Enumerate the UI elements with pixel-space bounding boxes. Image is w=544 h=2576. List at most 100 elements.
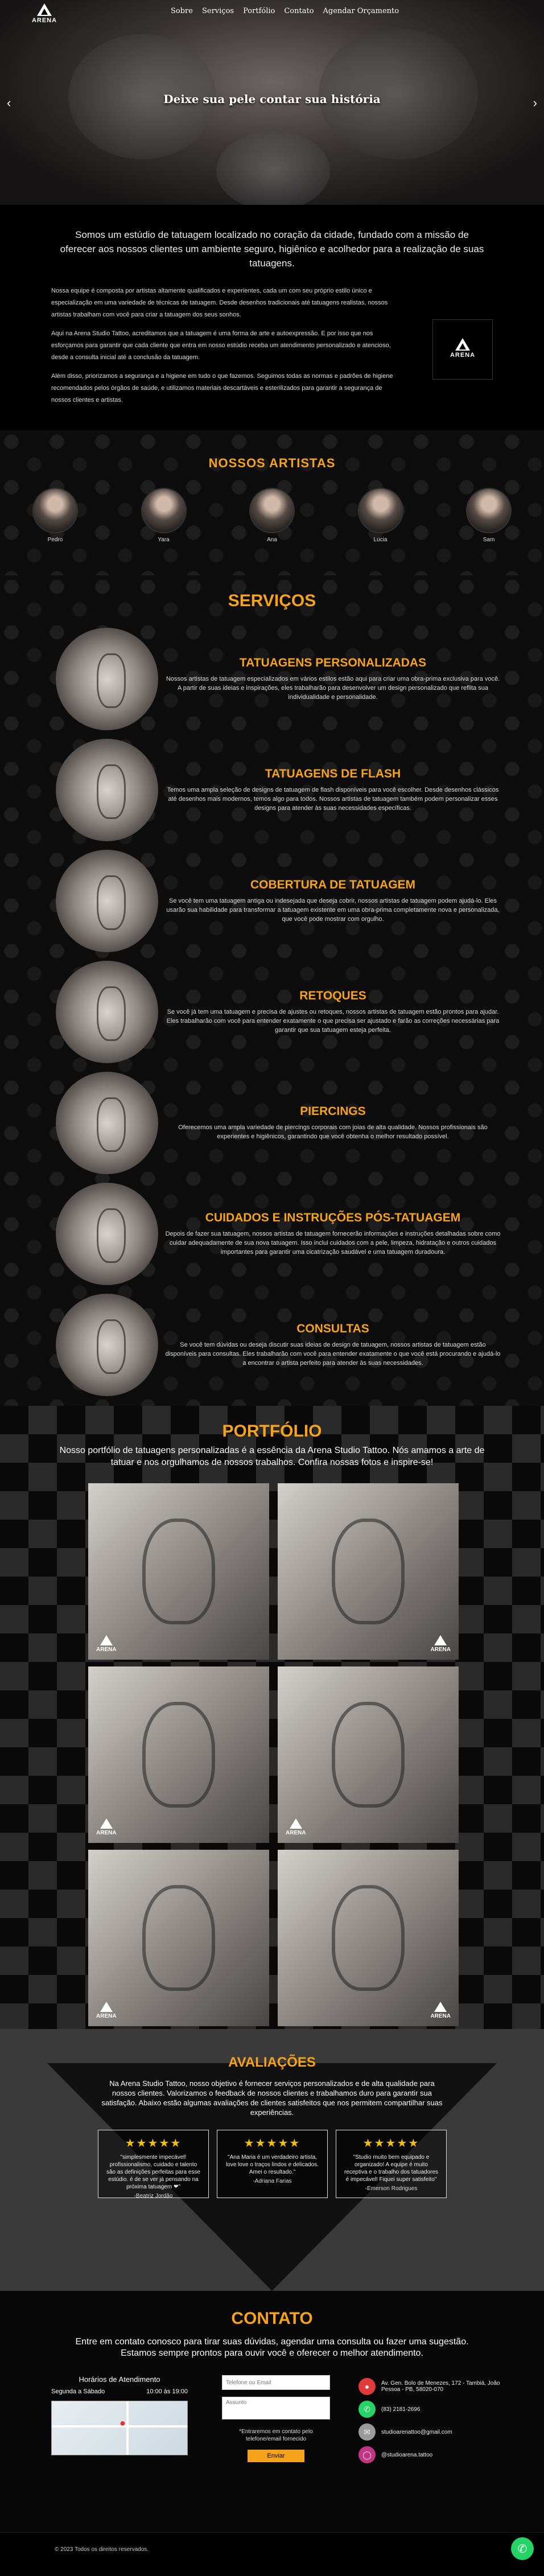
- hero-banner: ‹ › Deixe sua pele contar sua história: [0, 0, 544, 205]
- hours-title: Horários de Atendimento: [79, 2375, 160, 2384]
- services-section: SERVIÇOS TATUAGENS PERSONALIZADAS Nossos …: [0, 575, 544, 1406]
- nav-item-contato[interactable]: Contato: [284, 7, 314, 15]
- contact-info: ● Av. Gen. Bolo de Menezes, 172 - Tambiá,…: [358, 2375, 501, 2466]
- contact-address[interactable]: ● Av. Gen. Bolo de Menezes, 172 - Tambiá,…: [358, 2375, 501, 2398]
- service-item: CONSULTAS Se você tem dúvidas ou deseja d…: [0, 1289, 544, 1400]
- whatsapp-icon: ✆: [358, 2401, 376, 2418]
- top-nav: ARENA Sobre Serviços Portfólio Contato A…: [0, 0, 544, 28]
- opening-hours: Horários de Atendimento Segunda a Sábado…: [51, 2375, 188, 2466]
- artists-list: Pedro Yara Ana Lucia Sam: [0, 471, 544, 543]
- artist-name: Ana: [267, 537, 277, 543]
- artist-name: Yara: [158, 537, 170, 543]
- artist-card[interactable]: Sam: [465, 488, 513, 543]
- artist-avatar: [249, 488, 295, 533]
- review-author: -Emerson Rodrigues: [365, 2186, 418, 2192]
- artist-card[interactable]: Yara: [140, 488, 188, 543]
- tattoo-shape: [332, 1885, 405, 1991]
- nav-item-agendar[interactable]: Agendar Orçamento: [323, 7, 399, 15]
- star-rating-icon: ★★★★★: [362, 2137, 420, 2150]
- subject-textarea[interactable]: [222, 2397, 330, 2419]
- service-item: TATUAGENS PERSONALIZADAS Nossos artistas …: [0, 623, 544, 734]
- main-menu: Sobre Serviços Portfólio Contato Agendar…: [171, 7, 399, 15]
- service-title: CUIDADOS E INSTRUÇÕES PÓS-TATUAGEM: [205, 1211, 461, 1224]
- artist-card[interactable]: Ana: [248, 488, 296, 543]
- review-author: -Beatriz Jordão: [134, 2193, 173, 2199]
- about-logo-mark: ARENA: [446, 338, 480, 361]
- service-image: [56, 1293, 158, 1396]
- reviews-title: AVALIAÇÕES: [228, 2055, 316, 2070]
- contact-input[interactable]: [222, 2375, 330, 2390]
- copyright: © 2023 Todos os direitos reservados.: [55, 2546, 149, 2553]
- review-card: ★★★★★ "Ana Maria é um verdadeiro artista,…: [217, 2130, 328, 2198]
- tattoo-shape: [332, 1519, 405, 1624]
- portfolio-photo[interactable]: ARENA: [278, 1483, 459, 1660]
- badge-text: ARENA: [430, 2013, 451, 2019]
- logo-triangle-icon: [455, 338, 470, 351]
- arena-badge: ARENA: [96, 1635, 117, 1653]
- service-item: COBERTURA DE TATUAGEM Se você tem uma tat…: [0, 845, 544, 956]
- hours-time: 10:00 às 19:00: [146, 2388, 188, 2395]
- logo-triangle-icon: [100, 1818, 113, 1829]
- reviews-description: Na Arena Studio Tattoo, nosso objetivo é…: [101, 2079, 443, 2117]
- service-text: Depois de fazer sua tatuagem, nossos art…: [165, 1230, 501, 1256]
- logo-triangle-icon: [289, 1818, 302, 1829]
- site-logo[interactable]: ARENA: [27, 3, 61, 26]
- portfolio-grid: ARENA ARENA ARENA ARENA ARENA ARENA: [0, 1468, 544, 2026]
- review-text: "Studio muito bem equipado e organizado!…: [344, 2154, 439, 2183]
- arena-badge: ARENA: [96, 2002, 117, 2019]
- hours-days: Segunda a Sábado: [51, 2388, 105, 2395]
- badge-text: ARENA: [286, 1830, 306, 1836]
- portfolio-photo[interactable]: ARENA: [88, 1850, 269, 2026]
- service-image: [56, 1182, 158, 1285]
- phone-text: (83) 2181-2696: [381, 2406, 421, 2413]
- service-item: CUIDADOS E INSTRUÇÕES PÓS-TATUAGEM Depois…: [0, 1178, 544, 1289]
- about-lead: Somos um estúdio de tatuagem localizado …: [60, 229, 484, 269]
- badge-text: ARENA: [430, 1647, 451, 1653]
- service-image: [56, 1071, 158, 1174]
- nav-item-portfolio[interactable]: Portfólio: [243, 7, 275, 15]
- tattoo-shape: [142, 1519, 215, 1624]
- logo-triangle-icon: [434, 2002, 447, 2012]
- service-text: Se você já tem uma tatuagem e precisa de…: [166, 1008, 500, 1034]
- contact-phone[interactable]: ✆ (83) 2181-2696: [358, 2398, 501, 2421]
- badge-text: ARENA: [96, 1647, 117, 1653]
- artists-title: NOSSOS ARTISTAS: [208, 456, 336, 470]
- review-cards: ★★★★★ "simplesmente impecável! profission…: [0, 2117, 544, 2199]
- contact-section: CONTATO Entre em contato conosco para ti…: [0, 2291, 544, 2532]
- nav-item-servicos[interactable]: Serviços: [202, 7, 234, 15]
- artist-avatar: [141, 488, 187, 533]
- service-image: [56, 849, 158, 952]
- review-author: -Adriana Farias: [253, 2178, 292, 2184]
- nav-item-sobre[interactable]: Sobre: [171, 7, 193, 15]
- instagram-icon: ◯: [358, 2446, 376, 2463]
- about-body: Nossa equipe é composta por artistas alt…: [51, 285, 398, 413]
- whatsapp-float-icon[interactable]: ✆: [511, 2537, 534, 2560]
- contact-email[interactable]: ✉ studioarenattoo@gmail.com: [358, 2421, 501, 2443]
- service-text: Nossos artistas de tatuagem especializad…: [166, 675, 500, 701]
- portfolio-photo[interactable]: ARENA: [88, 1666, 269, 1843]
- service-title: CONSULTAS: [296, 1322, 369, 1335]
- portfolio-photo[interactable]: ARENA: [88, 1483, 269, 1660]
- portfolio-section: PORTFÓLIO Nosso portfólio de tatuagens p…: [0, 1406, 544, 2029]
- logo-triangle-icon: [100, 1635, 113, 1645]
- contact-instagram[interactable]: ◯ @studioarena.tattoo: [358, 2443, 501, 2466]
- portfolio-photo[interactable]: ARENA: [278, 1666, 459, 1843]
- artist-card[interactable]: Pedro: [31, 488, 79, 543]
- arena-badge: ARENA: [430, 1635, 451, 1653]
- artists-section: NOSSOS ARTISTAS Pedro Yara Ana Lucia Sam: [0, 430, 544, 575]
- form-note: *Entraremos em contato pelo telefone/ema…: [239, 2429, 313, 2442]
- review-text: "simplesmente impecável! profissionalism…: [106, 2154, 201, 2190]
- arena-badge: ARENA: [96, 1818, 117, 1836]
- tattoo-shape: [142, 1702, 215, 1808]
- send-button[interactable]: Enviar: [248, 2450, 304, 2462]
- hero-tattoo-hands: [216, 131, 330, 205]
- logo-text: ARENA: [31, 17, 57, 24]
- contact-title: CONTATO: [231, 2309, 313, 2328]
- about-logo: ARENA: [432, 319, 493, 380]
- portfolio-photo[interactable]: ARENA: [278, 1850, 459, 2026]
- location-map[interactable]: ●: [51, 2401, 188, 2455]
- artist-card[interactable]: Lucia: [357, 488, 405, 543]
- service-item: RETOQUES Se você já tem uma tatuagem e pr…: [0, 956, 544, 1067]
- artist-avatar: [357, 488, 403, 533]
- email-icon: ✉: [358, 2423, 376, 2441]
